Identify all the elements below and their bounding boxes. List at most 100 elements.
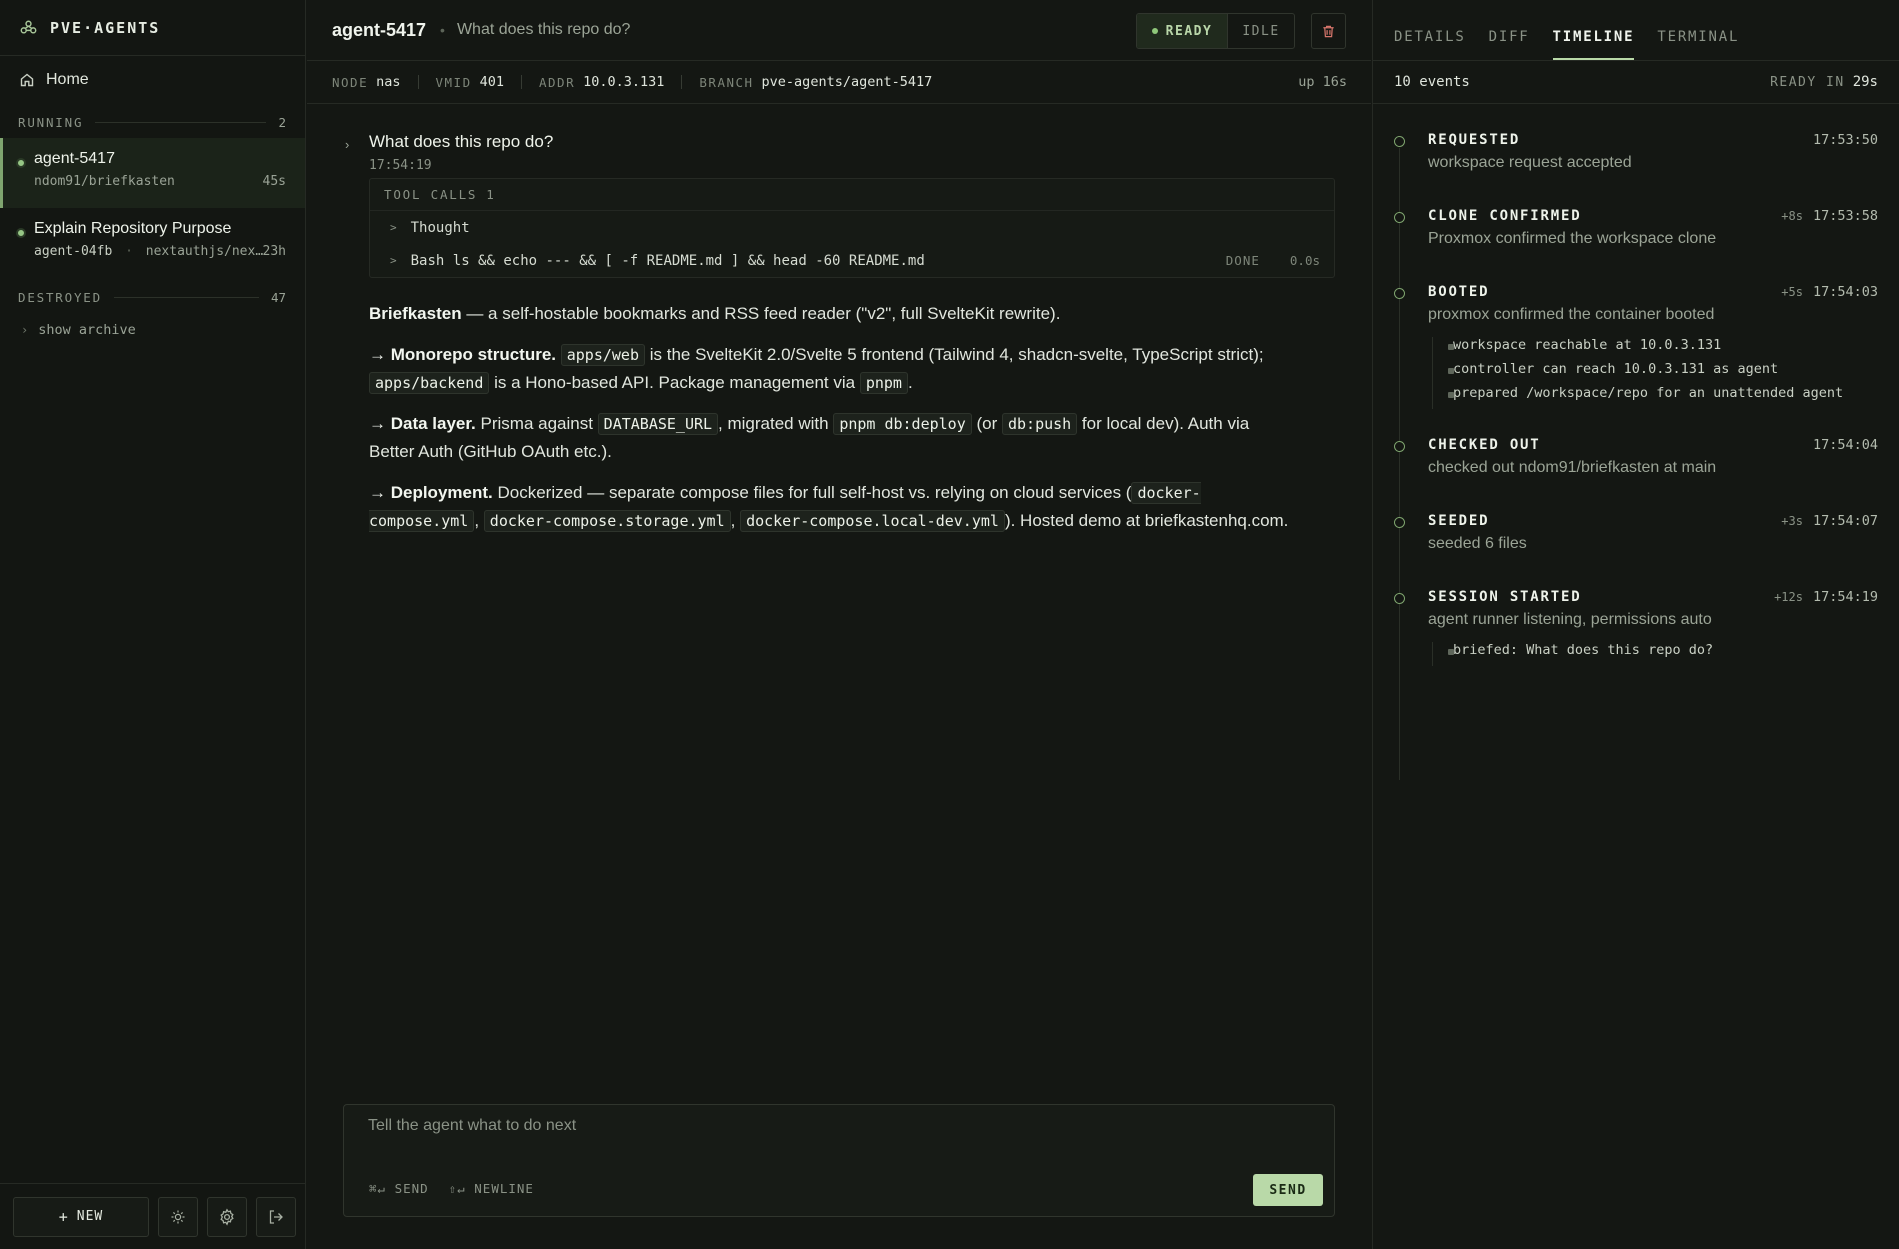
inline-code: DATABASE_URL: [597, 413, 719, 435]
destroyed-label: DESTROYED: [18, 289, 102, 305]
status-ready-label: READY: [1165, 23, 1213, 39]
branch-label: BRANCH: [699, 74, 754, 90]
timeline-event: SEEDED +3s 17:54:07 seeded 6 files: [1373, 513, 1899, 589]
conversation: › What does this repo do? 17:54:19 TOOL …: [307, 104, 1371, 535]
agent-id: agent-04fb: [34, 244, 113, 259]
event-node: [1394, 212, 1405, 223]
event-detail: workspace reachable at 10.0.3.131: [1448, 337, 1899, 361]
destroy-agent-button[interactable]: [1311, 13, 1346, 49]
tool-calls-panel: TOOL CALLS 1 > Thought > Bash ls && echo…: [369, 178, 1335, 278]
status-idle-label: IDLE: [1242, 23, 1280, 39]
answer-bold: → Data layer.: [369, 414, 476, 433]
send-button[interactable]: SEND: [1253, 1174, 1323, 1206]
theme-toggle-button[interactable]: [158, 1196, 198, 1237]
tool-call-bash[interactable]: > Bash ls && echo --- && [ -f README.md …: [370, 244, 1334, 277]
event-title: CLONE CONFIRMED: [1428, 208, 1582, 224]
status-dot: [16, 158, 26, 168]
answer-text: ,: [474, 511, 484, 530]
separator-dot: •: [440, 22, 445, 38]
tab-terminal[interactable]: TERMINAL: [1657, 29, 1739, 60]
inline-code: apps/backend: [369, 372, 490, 394]
timeline-event: SESSION STARTED +12s 17:54:19 agent runn…: [1373, 589, 1899, 666]
tab-details[interactable]: DETAILS: [1394, 29, 1466, 60]
divider: [521, 75, 522, 89]
tool-calls-header: TOOL CALLS 1: [370, 179, 1334, 211]
sidebar-item-explain-repository-purpose[interactable]: Explain Repository Purpose agent-04fb · …: [0, 208, 305, 278]
status-ready[interactable]: READY: [1137, 14, 1227, 48]
event-node: [1394, 441, 1405, 452]
event-detail: briefed: What does this repo do?: [1448, 642, 1899, 666]
answer-text: ). Hosted demo at briefkastenhq.com.: [1004, 511, 1289, 530]
inline-code: db:push: [1001, 413, 1078, 435]
details-panel: DETAILS DIFF TIMELINE TERMINAL 10 events…: [1372, 0, 1899, 1249]
answer-text: ,: [730, 511, 741, 530]
tab-diff[interactable]: DIFF: [1489, 29, 1530, 60]
panel-tabs: DETAILS DIFF TIMELINE TERMINAL: [1373, 0, 1899, 61]
trash-icon: [1323, 25, 1334, 37]
answer-text: , migrated with: [718, 414, 834, 433]
chevron-right-icon: ›: [21, 323, 29, 337]
event-node: [1394, 517, 1405, 528]
ready-in-label: READY IN: [1770, 75, 1845, 90]
ready-in-value: 29s: [1852, 74, 1878, 90]
destroyed-count: 47: [270, 289, 286, 305]
events-count: 10 events: [1394, 74, 1470, 90]
new-button-label: NEW: [76, 1209, 104, 1224]
settings-button[interactable]: [207, 1196, 247, 1237]
composer: ⌘↵ SEND ⇧↵ NEWLINE SEND: [343, 1104, 1335, 1217]
running-section-header: RUNNING 2: [0, 106, 305, 138]
agent-age: 23h: [262, 244, 286, 259]
event-time: 17:53:50: [1812, 132, 1878, 148]
event-title: SESSION STARTED: [1428, 589, 1582, 605]
sidebar-item-agent-5417[interactable]: agent-5417 ndom91/briefkasten 45s: [0, 138, 305, 208]
divider: [681, 75, 683, 89]
event-delta: +3s: [1781, 514, 1803, 528]
event-time: 17:54:07: [1812, 513, 1878, 529]
event-desc: Proxmox confirmed the workspace clone: [1428, 230, 1717, 247]
show-archive-toggle[interactable]: › show archive: [0, 313, 305, 347]
event-details: workspace reachable at 10.0.3.131 contro…: [1432, 337, 1899, 409]
timeline-event: CLONE CONFIRMED +8s 17:53:58 Proxmox con…: [1373, 208, 1899, 284]
event-details: briefed: What does this repo do?: [1432, 642, 1899, 666]
event-time: 17:54:19: [1812, 589, 1878, 605]
branch-value: pve-agents/agent-5417: [761, 74, 933, 90]
hint-newline: ⇧↵ NEWLINE: [448, 1181, 534, 1196]
timeline-event: CHECKED OUT 17:54:04 checked out ndom91/…: [1373, 437, 1899, 513]
event-time: 17:53:58: [1812, 208, 1878, 224]
tool-call-thought[interactable]: > Thought: [370, 211, 1334, 244]
agent-name: Explain Repository Purpose: [34, 220, 232, 237]
inline-code: docker-compose.storage.yml: [483, 510, 731, 532]
logo-icon: [20, 20, 37, 34]
running-count: 2: [278, 114, 286, 130]
answer-text: Prisma against: [475, 414, 598, 433]
message-input[interactable]: [344, 1105, 1334, 1165]
tool-call-status: DONE: [1225, 253, 1260, 268]
tool-call-name: Bash ls && echo --- && [ -f README.md ] …: [410, 252, 925, 269]
status-idle[interactable]: IDLE: [1227, 14, 1294, 48]
sidebar: PVE·AGENTS Home RUNNING 2 agent-5417 ndo…: [0, 0, 306, 1249]
addr-label: ADDR: [539, 74, 576, 90]
logout-button[interactable]: [256, 1196, 296, 1237]
assistant-message: Briefkasten — a self-hostable bookmarks …: [369, 300, 1299, 535]
tab-timeline[interactable]: TIMELINE: [1552, 29, 1635, 60]
agent-header: agent-5417 • What does this repo do? REA…: [307, 0, 1371, 61]
status-dot: [16, 228, 26, 238]
agent-name: agent-5417: [34, 150, 115, 167]
node-label: NODE: [332, 74, 369, 90]
brand[interactable]: PVE·AGENTS: [0, 0, 305, 56]
event-detail: prepared /workspace/repo for an unattend…: [1448, 385, 1899, 409]
agent-prompt: What does this repo do?: [456, 21, 631, 38]
event-desc: proxmox confirmed the container booted: [1428, 306, 1715, 323]
new-agent-button[interactable]: + NEW: [13, 1196, 149, 1237]
nav-home[interactable]: Home: [0, 56, 305, 103]
sidebar-footer: + NEW: [0, 1183, 305, 1249]
event-title: BOOTED: [1428, 284, 1490, 300]
event-delta: +12s: [1774, 590, 1803, 604]
timeline-event: BOOTED +5s 17:54:03 proxmox confirmed th…: [1373, 284, 1899, 437]
event-time: 17:54:04: [1812, 437, 1878, 453]
chevron-right-icon[interactable]: ›: [345, 137, 349, 152]
event-desc: workspace request accepted: [1428, 154, 1632, 171]
agent-age: 45s: [262, 174, 286, 189]
message-time: 17:54:19: [369, 158, 432, 173]
inline-code: docker-compose.local-dev.yml: [740, 510, 1005, 532]
